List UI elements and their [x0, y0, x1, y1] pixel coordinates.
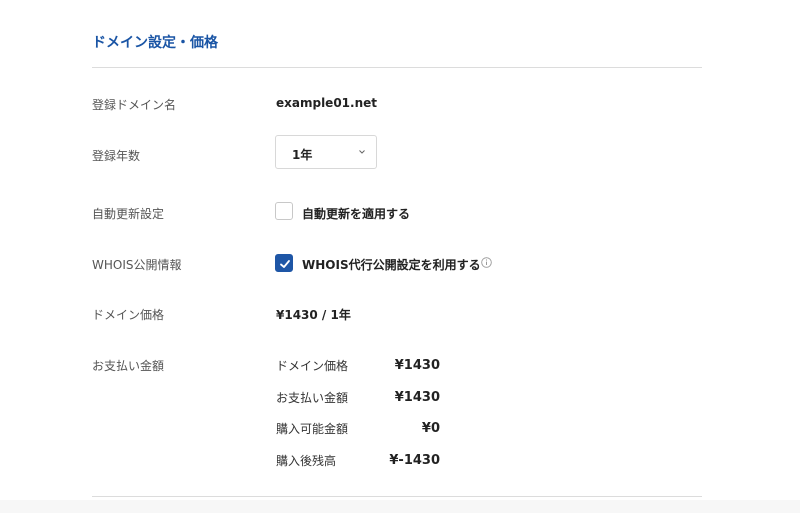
chevron-down-icon: [359, 150, 365, 154]
payment-item-label: 購入後残高: [276, 454, 337, 468]
whois-label: WHOIS公開情報: [92, 258, 182, 272]
auto-renew-checkbox[interactable]: [275, 202, 293, 220]
auto-renew-label: 自動更新設定: [92, 207, 165, 221]
payment-label: お支払い金額: [92, 359, 165, 373]
payment-item-amount: ¥-1430: [389, 453, 440, 468]
years-select[interactable]: 1年: [275, 135, 377, 169]
price-value: ¥1430 / 1年: [276, 308, 351, 322]
payment-item-label: 購入可能金額: [276, 422, 349, 436]
payment-item-amount: ¥1430: [394, 358, 440, 373]
price-label: ドメイン価格: [92, 308, 165, 322]
section-title: ドメイン設定・価格: [92, 35, 218, 51]
top-divider: [92, 67, 702, 68]
bottom-divider: [92, 496, 702, 497]
domain-name-value: example01.net: [276, 96, 377, 110]
whois-checkbox-label[interactable]: WHOIS代行公開設定を利用する: [302, 256, 481, 273]
payment-item-amount: ¥1430: [394, 390, 440, 405]
check-icon: [280, 260, 290, 268]
auto-renew-checkbox-label[interactable]: 自動更新を適用する: [302, 205, 410, 222]
whois-checkbox[interactable]: [275, 254, 293, 272]
years-label: 登録年数: [92, 149, 141, 163]
domain-name-label: 登録ドメイン名: [92, 98, 177, 112]
info-icon[interactable]: [481, 257, 492, 268]
page-bottom-band: [0, 500, 800, 513]
payment-item-amount: ¥0: [421, 421, 440, 436]
payment-item-label: お支払い金額: [276, 391, 349, 405]
payment-item-label: ドメイン価格: [276, 359, 349, 373]
years-select-value: 1年: [292, 148, 313, 162]
